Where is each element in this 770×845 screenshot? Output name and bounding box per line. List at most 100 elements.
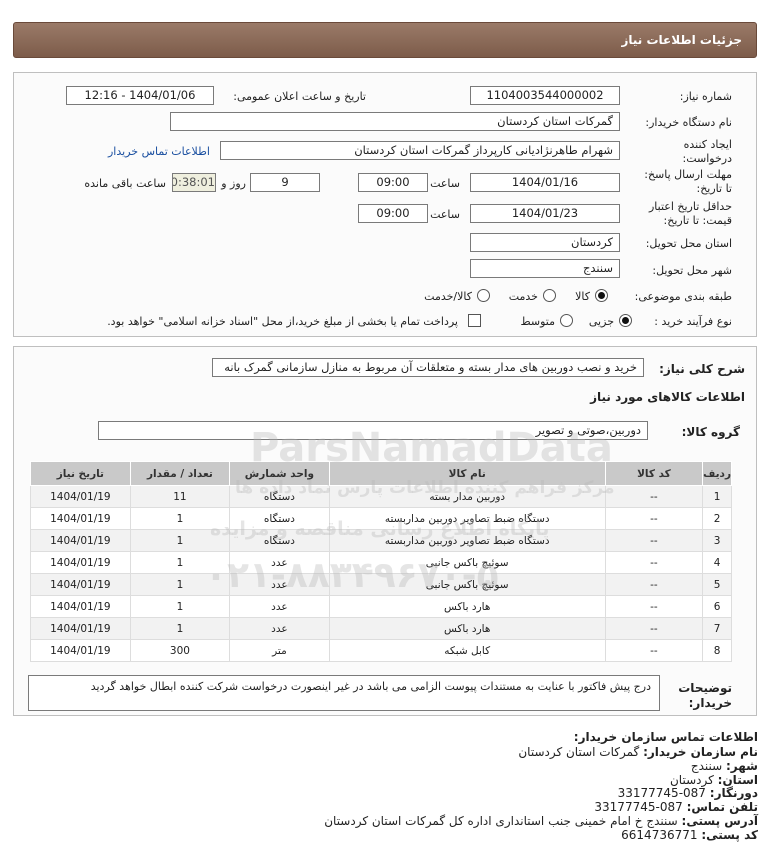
cell-name: سوئیچ باکس جانبی — [328, 573, 606, 596]
cell-need-date: 1404/01/19 — [30, 485, 131, 508]
deadline-time-label: ساعت — [430, 177, 460, 190]
page-header: جزئیات اطلاعات نیاز — [13, 22, 757, 58]
cell-name: دستگاه ضبط تصاویر دوربین مداربسته — [328, 507, 606, 530]
cell-row: 6 — [702, 595, 732, 618]
table-row: 7 -- هارد باکس عدد 1 1404/01/19 — [30, 617, 732, 640]
cell-unit: دستگاه — [229, 507, 330, 530]
treasury-payment-checkbox[interactable] — [468, 314, 481, 327]
cell-quantity: 1 — [129, 595, 231, 618]
cell-quantity: 1 — [129, 529, 231, 552]
buyer-contact-link[interactable]: اطلاعات تماس خریدار — [108, 145, 210, 158]
cell-unit: عدد — [229, 617, 330, 640]
validity-time-label: ساعت — [430, 208, 460, 221]
contact-city: شهر: سنندج — [691, 759, 758, 773]
city-field: سنندج — [470, 259, 620, 278]
process-radio-medium[interactable] — [560, 314, 573, 327]
table-row: 6 -- هارد باکس عدد 1 1404/01/19 — [30, 595, 732, 618]
page-title: جزئیات اطلاعات نیاز — [621, 33, 742, 47]
creator-label-1: ایجاد کننده — [683, 138, 732, 151]
province-field: کردستان — [470, 233, 620, 252]
cell-unit: عدد — [229, 573, 330, 596]
contact-title: اطلاعات تماس سازمان خریدار: — [573, 730, 758, 744]
cell-need-date: 1404/01/19 — [30, 529, 131, 552]
summary-label: شرح کلی نیاز: — [659, 362, 745, 376]
cell-quantity: 1 — [129, 573, 231, 596]
remaining-time-field: 20:38:01 — [172, 173, 216, 192]
announce-field: 1404/01/06 - 12:16 — [66, 86, 214, 105]
cell-name: سوئیچ باکس جانبی — [328, 551, 606, 574]
goods-info-title: اطلاعات کالاهای مورد نیاز — [590, 390, 745, 404]
cell-need-date: 1404/01/19 — [30, 639, 131, 662]
cell-row: 7 — [702, 617, 732, 640]
remaining-label: ساعت باقی مانده — [84, 177, 166, 190]
deadline-date-field: 1404/01/16 — [470, 173, 620, 192]
col-row: ردیف — [702, 461, 732, 486]
city-label: شهر محل تحویل: — [652, 264, 732, 277]
summary-field: خرید و نصب دوربین های مدار بسته و متعلقا… — [212, 358, 644, 377]
contact-org: نام سازمان خریدار: گمرکات استان کردستان — [518, 745, 758, 759]
contact-fax: دورنگار: 087-33177745 — [618, 786, 758, 800]
category-option-service: خدمت — [508, 290, 538, 303]
category-radio-goods[interactable] — [595, 289, 608, 302]
category-option-goods: کالا — [575, 290, 590, 303]
cell-name: هارد باکس — [328, 595, 606, 618]
contact-phone-label: تلفن تماس: — [686, 800, 758, 814]
validity-date-field: 1404/01/23 — [470, 204, 620, 223]
cell-unit: عدد — [229, 595, 330, 618]
contact-org-value: گمرکات استان کردستان — [518, 745, 640, 759]
goods-group-label: گروه کالا: — [681, 425, 740, 439]
deadline-label-2: تا تاریخ: — [696, 182, 732, 195]
buyer-org-label: نام دستگاه خریدار: — [645, 116, 732, 129]
cell-quantity: 1 — [129, 617, 231, 640]
cell-quantity: 11 — [129, 485, 231, 508]
process-radio-minor[interactable] — [619, 314, 632, 327]
payment-note: پرداخت تمام یا بخشی از مبلغ خرید،از محل … — [107, 315, 458, 328]
cell-need-date: 1404/01/19 — [30, 507, 131, 530]
cell-code: -- — [604, 485, 704, 508]
goods-group-field: دوربین،صوتی و تصویر — [98, 421, 648, 440]
cell-code: -- — [604, 551, 704, 574]
cell-code: -- — [604, 617, 704, 640]
cell-code: -- — [604, 507, 704, 530]
goods-table: ردیف کد کالا نام کالا واحد شمارش تعداد /… — [30, 461, 732, 662]
province-label: استان محل تحویل: — [645, 237, 732, 250]
validity-label-1: حداقل تاریخ اعتبار — [648, 200, 732, 213]
days-label: روز و — [221, 177, 246, 190]
contact-address-value: سنندج خ امام خمینی جنب استانداری اداره ک… — [324, 814, 678, 828]
contact-province-label: استان: — [717, 773, 758, 787]
table-row: 4 -- سوئیچ باکس جانبی عدد 1 1404/01/19 — [30, 551, 732, 574]
table-row: 8 -- کابل شبکه متر 300 1404/01/19 — [30, 639, 732, 662]
contact-fax-value: 087-33177745 — [617, 786, 706, 800]
notes-label-2: خریدار: — [688, 696, 732, 710]
cell-name: کابل شبکه — [328, 639, 606, 662]
deadline-time-field: 09:00 — [358, 173, 428, 192]
cell-need-date: 1404/01/19 — [30, 617, 131, 640]
buyer-org-field: گمرکات استان کردستان — [170, 112, 620, 131]
cell-code: -- — [604, 529, 704, 552]
cell-name: هارد باکس — [328, 617, 606, 640]
category-radio-goods-service[interactable] — [477, 289, 490, 302]
validity-time-field: 09:00 — [358, 204, 428, 223]
need-number-field: 1104003544000002 — [470, 86, 620, 105]
table-row: 1 -- دوربین مدار بسته دستگاه 11 1404/01/… — [30, 485, 732, 508]
cell-need-date: 1404/01/19 — [30, 595, 131, 618]
col-need-date: تاریخ نیاز — [30, 461, 131, 486]
cell-row: 8 — [702, 639, 732, 662]
cell-unit: دستگاه — [229, 529, 330, 552]
col-code: کد کالا — [604, 461, 704, 486]
col-name: نام کالا — [328, 461, 606, 486]
cell-code: -- — [604, 639, 704, 662]
validity-label-2: قیمت: تا تاریخ: — [663, 214, 732, 227]
cell-need-date: 1404/01/19 — [30, 573, 131, 596]
contact-city-value: سنندج — [690, 759, 723, 773]
creator-label-2: درخواست: — [682, 152, 732, 165]
contact-postal-label: کد پستی: — [701, 828, 758, 842]
table-row: 3 -- دستگاه ضبط تصاویر دوربین مداربسته د… — [30, 529, 732, 552]
cell-row: 5 — [702, 573, 732, 596]
process-label: نوع فرآیند خرید : — [654, 315, 732, 328]
category-radio-service[interactable] — [543, 289, 556, 302]
need-number-label: شماره نیاز: — [679, 90, 732, 103]
creator-field: شهرام طاهرنژادیانی کارپرداز گمرکات استان… — [220, 141, 620, 160]
process-option-medium: متوسط — [520, 315, 555, 328]
cell-name: دستگاه ضبط تصاویر دوربین مداربسته — [328, 529, 606, 552]
